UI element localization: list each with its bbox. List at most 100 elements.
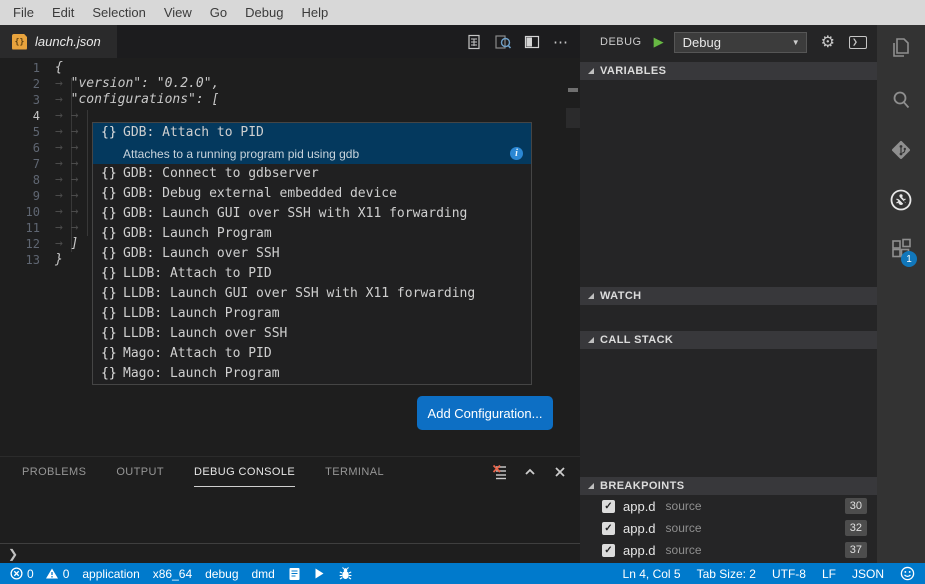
close-panel-icon[interactable]	[552, 464, 568, 480]
section-title: WATCH	[600, 290, 642, 302]
menu-debug[interactable]: Debug	[236, 0, 292, 25]
suggest-item[interactable]: {}GDB: Launch Program	[93, 224, 531, 244]
whitespace: → →	[55, 124, 86, 140]
file-report-icon[interactable]	[463, 31, 485, 53]
debug-console-input[interactable]: ❯	[0, 543, 580, 563]
line-number: 4	[0, 108, 40, 124]
suggest-item[interactable]: {}Mago: Attach to PID	[93, 344, 531, 364]
debug-icon[interactable]	[889, 188, 913, 212]
debug-view-title: DEBUG	[600, 36, 642, 48]
breakpoint-file: app.d	[623, 499, 656, 514]
warning-count: 0	[63, 567, 70, 581]
file-search-icon[interactable]	[492, 31, 514, 53]
encoding[interactable]: UTF-8	[772, 567, 806, 581]
breakpoint-row[interactable]: ✓ app.d source 32	[580, 517, 877, 539]
status-compiler[interactable]: dmd	[252, 567, 275, 581]
breakpoint-row[interactable]: ✓ app.d source 37	[580, 539, 877, 561]
suggest-item[interactable]: {}LLDB: Launch over SSH	[93, 324, 531, 344]
feedback-smiley-icon[interactable]	[900, 566, 915, 581]
more-actions-icon[interactable]: ⋯	[550, 31, 572, 53]
eol-sequence[interactable]: LF	[822, 567, 836, 581]
breakpoint-checkbox[interactable]: ✓	[602, 522, 615, 535]
status-arch[interactable]: x86_64	[153, 567, 192, 581]
menu-file[interactable]: File	[4, 0, 43, 25]
cursor-position[interactable]: Ln 4, Col 5	[623, 567, 681, 581]
suggest-item[interactable]: {}GDB: Debug external embedded device	[93, 184, 531, 204]
menu-view[interactable]: View	[155, 0, 201, 25]
section-header-call-stack[interactable]: CALL STACK	[580, 331, 877, 349]
menu-go[interactable]: Go	[201, 0, 236, 25]
suggest-label: LLDB: Launch over SSH	[123, 324, 287, 344]
breakpoint-file: app.d	[623, 543, 656, 558]
section-header-watch[interactable]: WATCH	[580, 287, 877, 305]
add-configuration-button[interactable]: Add Configuration...	[417, 396, 553, 430]
menu-help[interactable]: Help	[292, 0, 337, 25]
menu-edit[interactable]: Edit	[43, 0, 83, 25]
suggest-item[interactable]: {}Mago: Launch Program	[93, 364, 531, 384]
debug-toolbar: DEBUG ▶ Debug ▼ ⚙ ❯	[580, 25, 877, 59]
breakpoint-checkbox[interactable]: ✓	[602, 544, 615, 557]
tab-launch-json[interactable]: {} launch.json	[0, 25, 117, 58]
code-editor[interactable]: 1{ 2→ "version": "0.2.0", 3→ "configurat…	[0, 58, 580, 456]
braces-icon: {}	[101, 264, 123, 284]
line-number: 2	[0, 76, 40, 92]
braces-icon: {}	[101, 164, 123, 184]
suggest-item[interactable]: {}GDB: Launch GUI over SSH with X11 forw…	[93, 204, 531, 224]
line-number: 3	[0, 92, 40, 108]
suggest-item[interactable]: {}LLDB: Launch GUI over SSH with X11 for…	[93, 284, 531, 304]
menu-selection[interactable]: Selection	[83, 0, 154, 25]
language-mode[interactable]: JSON	[852, 567, 884, 581]
tab-title: launch.json	[35, 34, 101, 49]
tab-output[interactable]: OUTPUT	[116, 457, 164, 487]
collapse-triangle-icon	[588, 68, 594, 74]
whitespace: → →	[55, 140, 86, 156]
activity-bar: 1	[877, 25, 925, 563]
section-header-variables[interactable]: VARIABLES	[580, 62, 877, 80]
tab-terminal[interactable]: TERMINAL	[325, 457, 384, 487]
breakpoint-checkbox[interactable]: ✓	[602, 500, 615, 513]
section-header-breakpoints[interactable]: BREAKPOINTS	[580, 477, 877, 495]
braces-icon: {}	[101, 324, 123, 344]
code-text: "version": "0.2.0",	[71, 76, 220, 92]
suggest-item-selected[interactable]: {}GDB: Attach to PID Attaches to a runni…	[93, 123, 531, 164]
collapse-triangle-icon	[588, 483, 594, 489]
breakpoint-row[interactable]: ✓ app.d source 30	[580, 495, 877, 517]
problems-status[interactable]: 0 0	[10, 567, 69, 581]
whitespace: → →	[55, 188, 86, 204]
suggest-label: Mago: Launch Program	[123, 364, 280, 384]
clear-console-icon[interactable]	[492, 464, 508, 480]
code-text: ]	[71, 236, 79, 252]
braces-icon: {}	[101, 184, 123, 204]
suggest-item[interactable]: {}GDB: Launch over SSH	[93, 244, 531, 264]
code-line: 3→ "configurations": [	[0, 92, 580, 108]
split-editor-icon[interactable]	[521, 31, 543, 53]
vscode-window: File Edit Selection View Go Debug Help {…	[0, 0, 925, 584]
book-icon[interactable]	[288, 567, 301, 581]
line-number: 7	[0, 156, 40, 172]
editor-scrollbar[interactable]	[566, 58, 580, 456]
configure-gear-icon[interactable]: ⚙	[821, 32, 835, 52]
suggest-item[interactable]: {}GDB: Connect to gdbserver	[93, 164, 531, 184]
whitespace: →	[55, 76, 71, 92]
bug-icon[interactable]	[338, 567, 353, 581]
source-control-icon[interactable]	[889, 138, 913, 162]
suggest-item[interactable]: {}LLDB: Launch Program	[93, 304, 531, 324]
info-icon[interactable]: i	[510, 147, 523, 160]
suggest-item[interactable]: {}LLDB: Attach to PID	[93, 264, 531, 284]
start-debug-icon[interactable]: ▶	[654, 34, 664, 50]
debug-config-dropdown[interactable]: Debug ▼	[674, 32, 807, 53]
tab-problems[interactable]: PROBLEMS	[22, 457, 86, 487]
suggest-label: GDB: Launch Program	[123, 224, 272, 244]
run-play-icon[interactable]	[314, 567, 325, 580]
search-icon[interactable]	[889, 88, 913, 112]
debug-console-toggle-icon[interactable]: ❯	[849, 36, 867, 49]
tab-debug-console[interactable]: DEBUG CONSOLE	[194, 457, 295, 487]
status-build-type[interactable]: debug	[205, 567, 238, 581]
status-bar: 0 0 application x86_64 debug dmd Ln 4, C…	[0, 563, 925, 584]
explorer-icon[interactable]	[889, 36, 913, 60]
indentation[interactable]: Tab Size: 2	[697, 567, 756, 581]
status-application[interactable]: application	[82, 567, 139, 581]
line-number: 9	[0, 188, 40, 204]
suggest-label: GDB: Launch over SSH	[123, 244, 280, 264]
maximize-panel-icon[interactable]	[522, 464, 538, 480]
